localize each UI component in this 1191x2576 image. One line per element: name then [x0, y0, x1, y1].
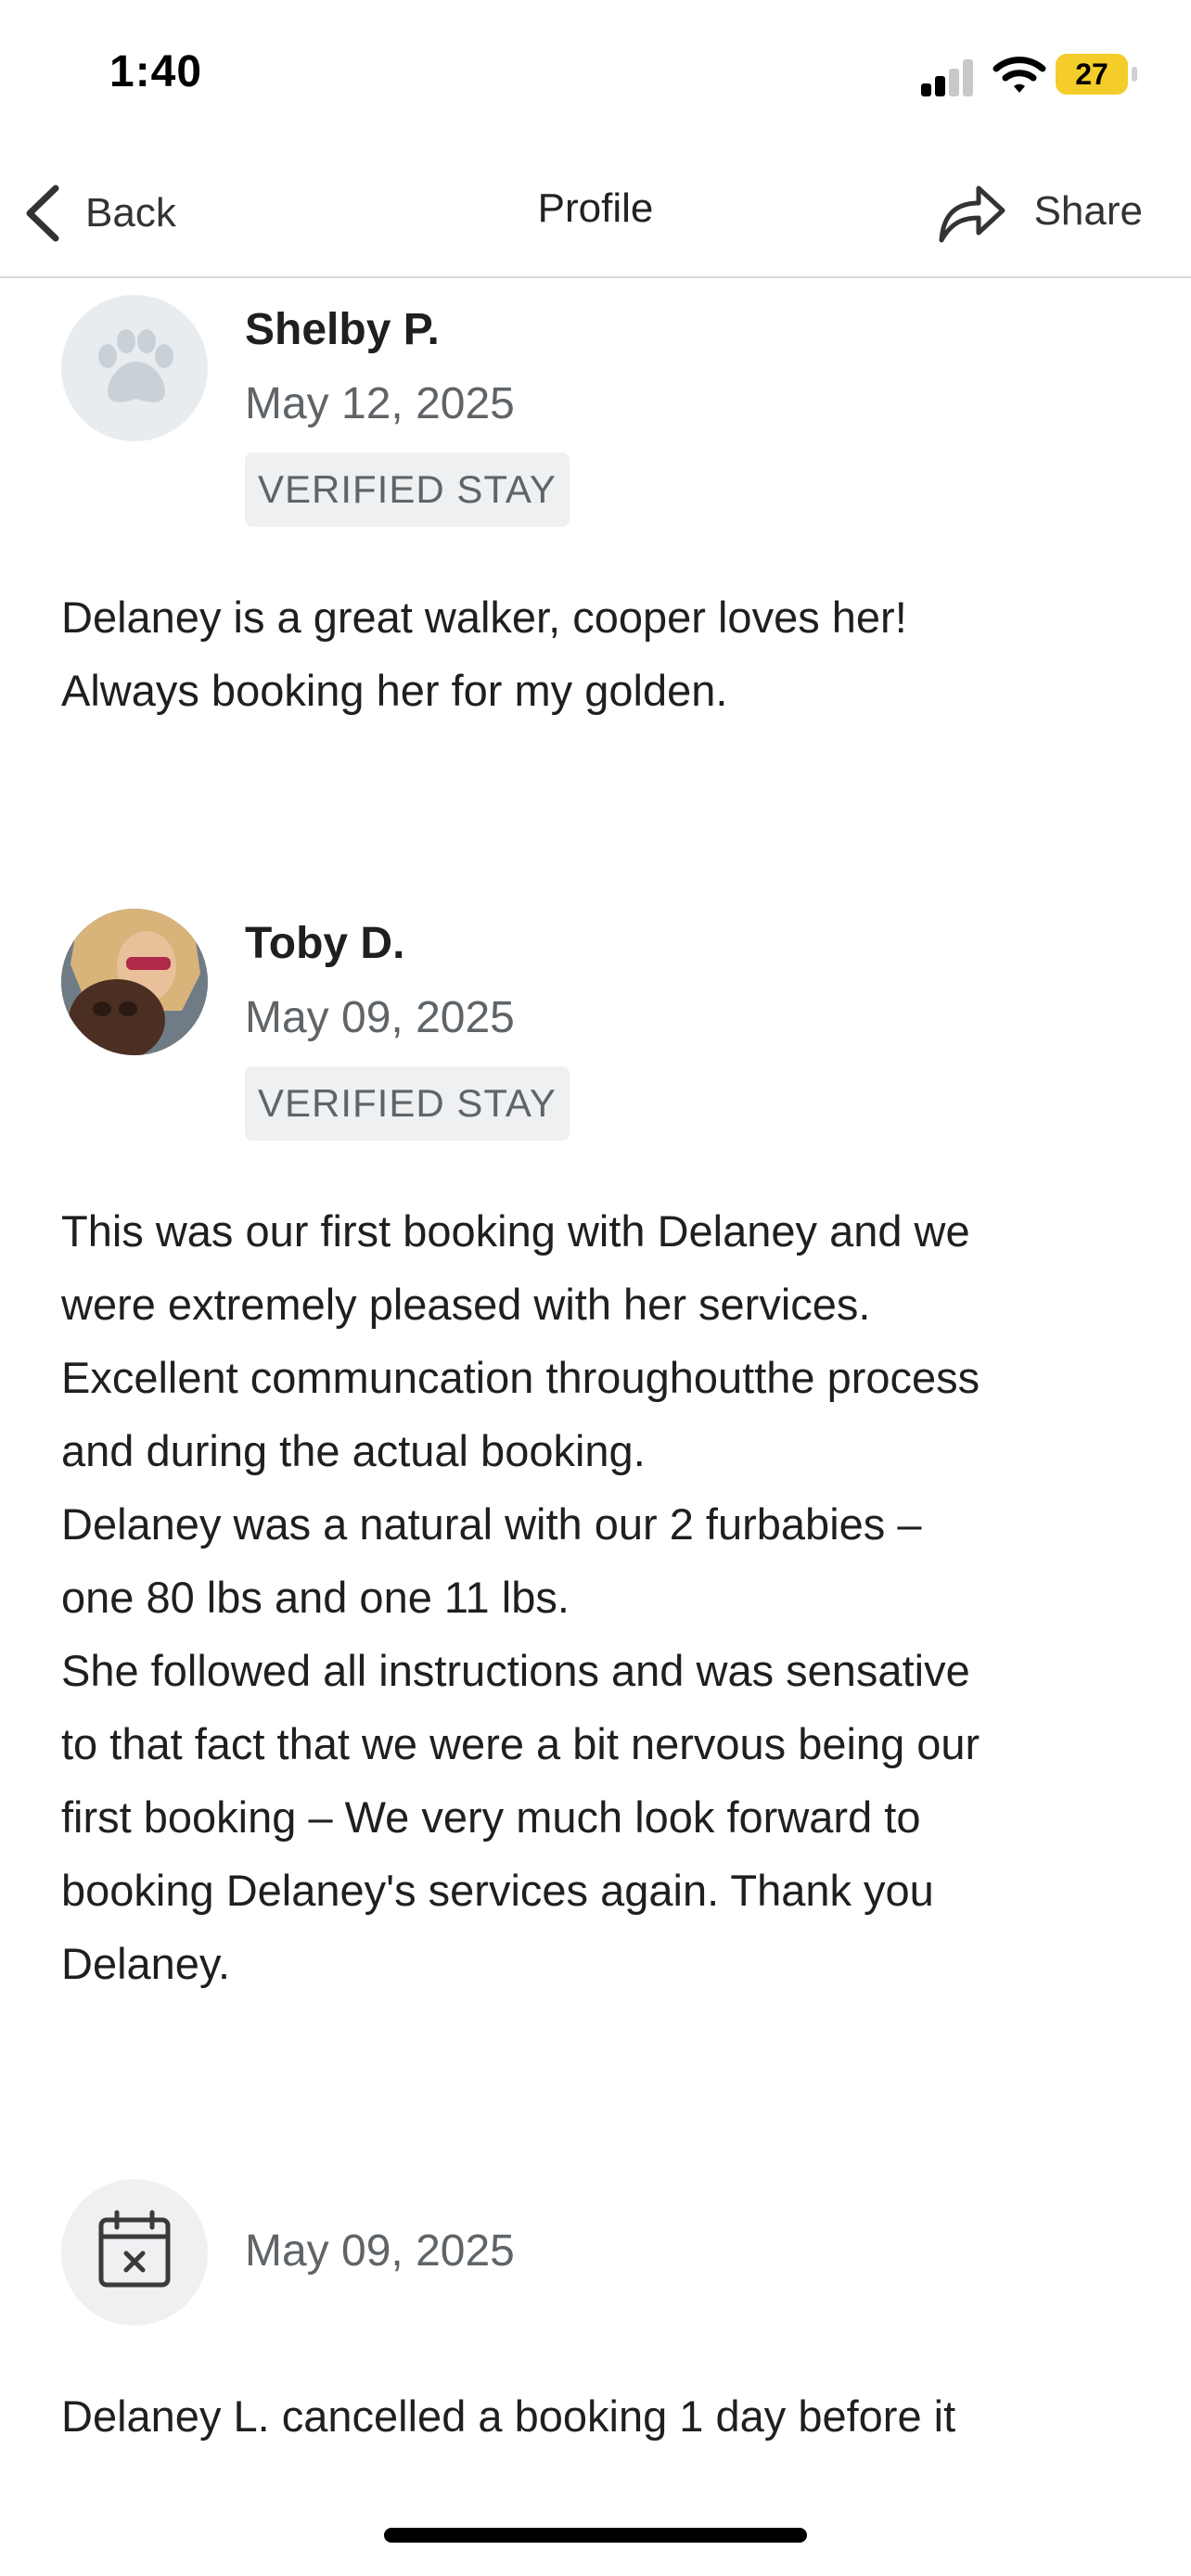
bottom-fade: [0, 2467, 1191, 2576]
event-date: May 09, 2025: [245, 2226, 515, 2276]
review-date: May 12, 2025: [245, 379, 515, 428]
reviewer-avatar: [61, 295, 208, 441]
photo-avatar: [61, 909, 208, 1055]
paw-icon: [98, 329, 173, 402]
status-bar: 1:40 27: [0, 0, 1191, 148]
verified-stay-badge: VERIFIED STAY: [245, 453, 570, 527]
review-date: May 09, 2025: [245, 993, 515, 1042]
battery-level: 27: [1075, 57, 1108, 91]
review-text: This was our first booking with Delaney …: [61, 1206, 980, 1988]
cancellation-text: Delaney L. cancelled a booking 1 day bef…: [61, 2391, 956, 2441]
share-button[interactable]: Share: [936, 172, 1143, 250]
event-avatar: [61, 2179, 208, 2326]
calendar-cancel-icon: [98, 2210, 171, 2288]
home-indicator[interactable]: [384, 2528, 807, 2543]
battery-cap: [1132, 67, 1137, 82]
wifi-icon: [992, 57, 1046, 93]
profile-screen: 1:40 27 Back Profile Share Shelby P. May…: [0, 0, 1191, 2576]
navigation-bar: Back Profile Share: [0, 148, 1191, 278]
share-label: Share: [1033, 188, 1143, 234]
reviewer-avatar: [61, 909, 208, 1055]
reviewer-name: Shelby P.: [245, 305, 440, 354]
share-arrow-icon: [939, 185, 1005, 243]
battery-icon: 27: [1056, 54, 1128, 95]
cellular-signal-icon: [921, 56, 973, 96]
status-time: 1:40: [109, 47, 203, 96]
verified-stay-badge: VERIFIED STAY: [245, 1066, 570, 1141]
reviewer-name: Toby D.: [245, 919, 405, 968]
review-text: Delaney is a great walker, cooper loves …: [61, 593, 907, 715]
